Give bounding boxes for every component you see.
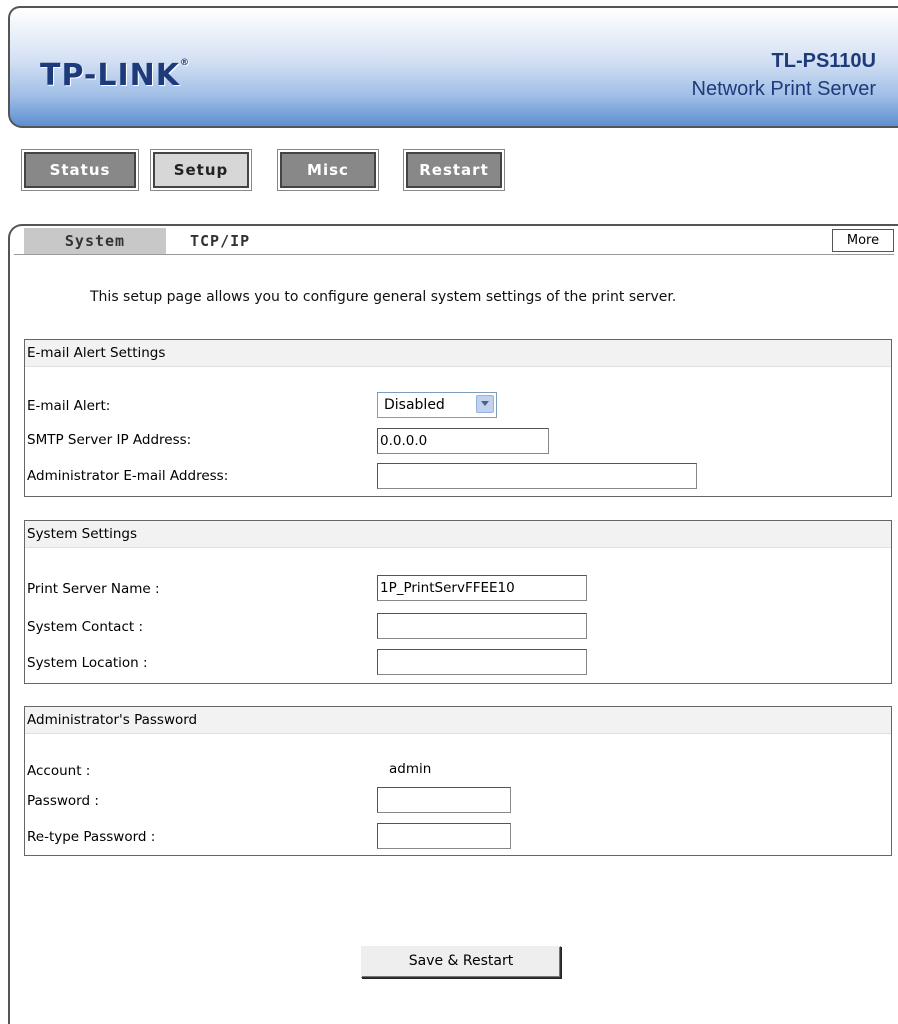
header-banner: TP-LINK® TL-PS110U Network Print Server	[8, 6, 898, 128]
password-label: Password :	[27, 793, 99, 809]
email-alert-select-value: Disabled	[384, 397, 445, 413]
system-contact-label: System Contact :	[27, 619, 143, 635]
save-restart-button[interactable]: Save & Restart	[361, 946, 561, 978]
print-server-name-label: Print Server Name :	[27, 581, 160, 597]
tab-system[interactable]: System	[24, 228, 166, 254]
print-server-name-input[interactable]: 1P_PrintServFFEE10	[377, 575, 587, 601]
email-alert-label: E-mail Alert:	[27, 398, 111, 414]
admin-password-section-title: Administrator's Password	[25, 707, 891, 734]
tp-link-logo: TP-LINK®	[40, 58, 191, 93]
more-button[interactable]: More	[832, 229, 894, 252]
retype-password-input[interactable]	[377, 823, 511, 849]
smtp-server-label: SMTP Server IP Address:	[27, 432, 192, 448]
email-alert-section-title: E-mail Alert Settings	[25, 340, 891, 367]
model-name: TL-PS110U	[771, 50, 876, 72]
retype-password-label: Re-type Password :	[27, 829, 156, 845]
product-name: Network Print Server	[691, 78, 877, 100]
system-contact-input[interactable]	[377, 613, 587, 639]
admin-password-section: Administrator's Password Account : admin…	[24, 706, 892, 856]
account-label: Account :	[27, 763, 91, 779]
email-alert-section: E-mail Alert Settings E-mail Alert: Disa…	[24, 339, 892, 497]
admin-email-input[interactable]	[377, 463, 697, 489]
chevron-down-icon	[476, 395, 494, 413]
admin-email-label: Administrator E-mail Address:	[27, 468, 229, 484]
system-location-label: System Location :	[27, 655, 148, 671]
intro-text: This setup page allows you to configure …	[90, 289, 677, 305]
smtp-server-input[interactable]: 0.0.0.0	[377, 428, 549, 454]
password-input[interactable]	[377, 787, 511, 813]
nav-restart-button[interactable]: Restart	[403, 149, 505, 191]
tab-bar: System TCP/IP	[14, 228, 894, 255]
account-value: admin	[389, 761, 432, 777]
system-location-input[interactable]	[377, 649, 587, 675]
nav-misc-button[interactable]: Misc	[277, 149, 379, 191]
tab-tcpip[interactable]: TCP/IP	[190, 228, 250, 254]
nav-status-button[interactable]: Status	[21, 149, 139, 191]
system-settings-section: System Settings Print Server Name : 1P_P…	[24, 520, 892, 684]
nav-setup-button[interactable]: Setup	[150, 149, 252, 191]
system-settings-section-title: System Settings	[25, 521, 891, 548]
email-alert-select[interactable]: Disabled	[377, 392, 497, 418]
